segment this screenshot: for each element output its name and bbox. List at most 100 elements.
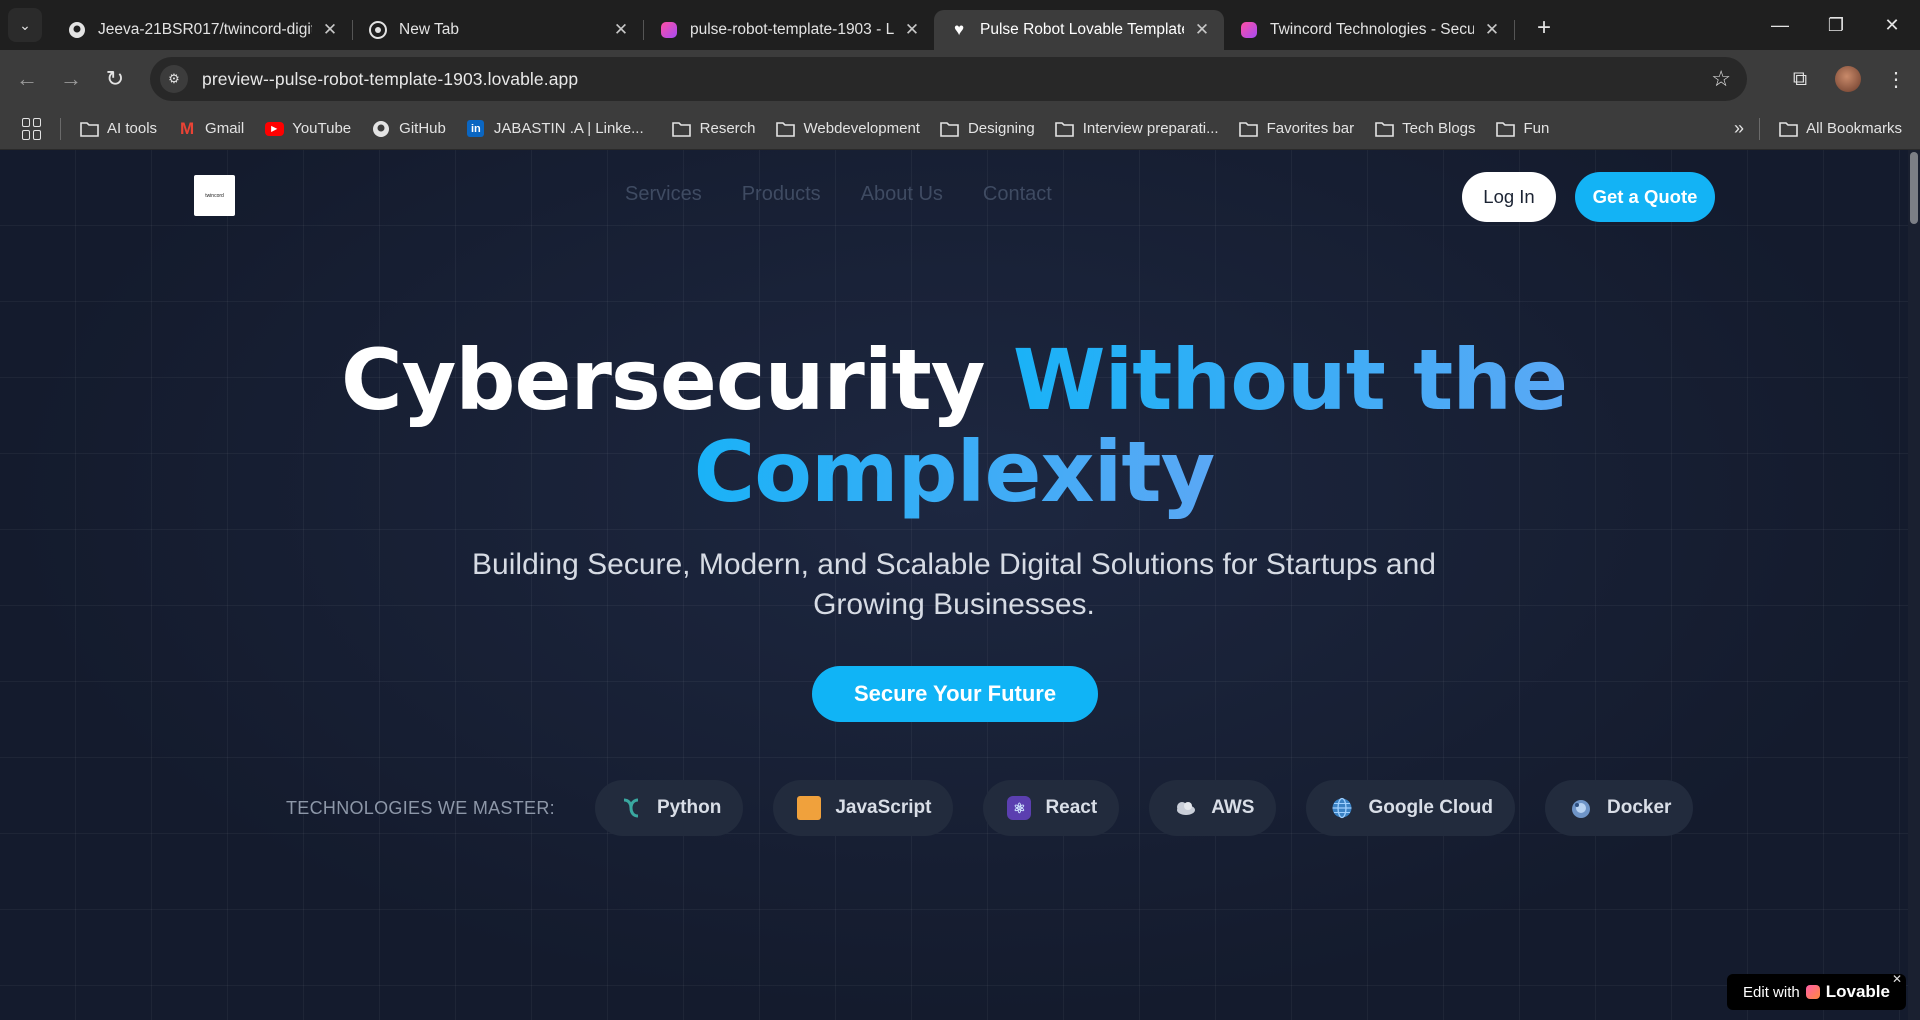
bookmark-label: Designing (967, 120, 1035, 137)
bookmark-star-icon[interactable]: ☆ (1711, 66, 1731, 92)
folder-icon (1055, 120, 1075, 138)
site-info-icon[interactable]: ⚙ (160, 65, 188, 93)
hero-title: Cybersecurity Without the Complexity (0, 334, 1908, 518)
javascript-icon (797, 796, 822, 820)
hero-title-blue: Without the (1012, 331, 1568, 429)
apps-grid-icon[interactable] (22, 117, 44, 140)
folder-icon (1496, 120, 1516, 138)
bookmark-github[interactable]: GitHub (371, 120, 446, 138)
tech-chip-aws[interactable]: AWS (1149, 780, 1277, 836)
bookmark-designing[interactable]: Designing (940, 120, 1035, 138)
bookmark-label: Favorites bar (1266, 120, 1355, 137)
github-icon (68, 21, 86, 39)
technologies-row: TECHNOLOGIES WE MASTER: Python JavaScrip… (286, 780, 1723, 836)
chevron-down-icon: ⌄ (19, 16, 31, 33)
close-window-icon[interactable]: ✕ (1864, 0, 1920, 50)
tab-search-button[interactable]: ⌄ (8, 8, 42, 42)
folder-icon (79, 120, 99, 138)
bookmark-interview-preparation[interactable]: Interview preparati... (1055, 120, 1219, 138)
close-icon[interactable]: ✕ (1482, 20, 1502, 40)
close-icon[interactable]: ✕ (1892, 972, 1902, 986)
youtube-icon: ▶ (264, 120, 284, 138)
docker-icon (1569, 796, 1593, 820)
close-icon[interactable]: ✕ (611, 20, 631, 40)
nav-about-us[interactable]: About Us (861, 183, 943, 206)
close-icon[interactable]: ✕ (320, 20, 340, 40)
logo-text: twincord (205, 192, 224, 199)
aws-icon (1173, 796, 1197, 820)
site-nav-links: Services Products About Us Contact (625, 183, 1052, 206)
lovable-icon (660, 21, 678, 39)
bookmark-reserch[interactable]: Reserch (672, 120, 756, 138)
bookmark-linkedin[interactable]: in JABASTIN .A | Linke... (466, 120, 644, 138)
edit-with-lovable-badge[interactable]: Edit with Lovable ✕ (1727, 972, 1906, 1010)
bookmark-fun[interactable]: Fun (1496, 120, 1549, 138)
site-header: twincord Services Products About Us Cont… (0, 150, 1908, 246)
login-button[interactable]: Log In (1462, 172, 1556, 222)
tech-chip-google-cloud[interactable]: Google Cloud (1306, 780, 1516, 836)
tab-new-tab[interactable]: New Tab ✕ (353, 10, 643, 50)
site-logo[interactable]: twincord (194, 175, 235, 216)
bookmark-youtube[interactable]: ▶ YouTube (264, 120, 351, 138)
secure-your-future-button[interactable]: Secure Your Future (812, 666, 1098, 722)
badge-brand: Lovable (1825, 982, 1890, 1001)
menu-icon[interactable]: ⋮ (1872, 55, 1920, 103)
bookmark-label: Webdevelopment (803, 120, 920, 137)
bookmark-tech-blogs[interactable]: Tech Blogs (1374, 120, 1476, 138)
bookmark-webdevelopment[interactable]: Webdevelopment (776, 120, 920, 138)
scrollbar-thumb[interactable] (1910, 152, 1918, 224)
bookmark-label: GitHub (399, 120, 446, 137)
tech-name: JavaScript (835, 797, 932, 818)
tech-chip-docker[interactable]: Docker (1545, 780, 1694, 836)
tech-chip-python[interactable]: Python (594, 780, 744, 836)
tech-chip-javascript[interactable]: JavaScript (773, 780, 954, 836)
badge-prefix: Edit with (1743, 983, 1800, 1001)
forward-icon[interactable]: → (50, 58, 92, 100)
new-tab-button[interactable]: + (1529, 14, 1559, 42)
page-scrollbar[interactable] (1908, 150, 1920, 1020)
bookmark-divider (1759, 117, 1760, 140)
heart-icon: ♥ (953, 20, 965, 39)
technologies-label: TECHNOLOGIES WE MASTER: (286, 797, 555, 818)
tech-name: Python (656, 797, 722, 818)
minimize-icon[interactable]: — (1752, 0, 1808, 50)
reload-icon[interactable]: ↻ (94, 58, 136, 100)
tab-title: Pulse Robot Lovable Template (980, 21, 1184, 38)
address-bar[interactable]: ⚙ preview--pulse-robot-template-1903.lov… (150, 57, 1747, 101)
nav-products[interactable]: Products (742, 183, 821, 206)
linkedin-icon: in (466, 120, 486, 138)
react-icon: ⚛ (1007, 796, 1032, 820)
tab-title: pulse-robot-template-1903 - Lo (690, 21, 894, 38)
close-icon[interactable]: ✕ (1192, 20, 1212, 40)
more-bookmarks-icon[interactable]: » (1734, 118, 1744, 139)
all-bookmarks[interactable]: All Bookmarks (1779, 120, 1902, 137)
hero-title-blue: Complexity (693, 423, 1216, 521)
bookmark-ai-tools[interactable]: AI tools (79, 120, 157, 138)
restore-icon[interactable]: ❐ (1808, 0, 1864, 50)
profile-avatar[interactable] (1835, 66, 1861, 92)
folder-icon (1779, 121, 1798, 137)
bookmark-label: AI tools (107, 120, 158, 137)
bookmark-gmail[interactable]: M Gmail (177, 119, 244, 138)
extensions-icon[interactable]: ⧉ (1776, 55, 1824, 103)
bookmark-favorites-bar[interactable]: Favorites bar (1239, 120, 1355, 138)
tab-pulse-robot-template[interactable]: ♥ Pulse Robot Lovable Template ✕ (934, 10, 1224, 50)
page-viewport: twincord Services Products About Us Cont… (0, 150, 1920, 1020)
tech-chip-react[interactable]: ⚛ React (983, 780, 1120, 836)
tab-bar: ⌄ Jeeva-21BSR017/twincord-digit ✕ New Ta… (0, 0, 1920, 50)
folder-icon (776, 120, 796, 138)
nav-services[interactable]: Services (625, 183, 702, 206)
url-text[interactable]: preview--pulse-robot-template-1903.lovab… (202, 69, 578, 90)
bookmarks-bar: AI tools M Gmail ▶ YouTube GitHub in JABAST… (0, 108, 1920, 150)
close-icon[interactable]: ✕ (902, 20, 922, 40)
tab-pulse-robot-editor[interactable]: pulse-robot-template-1903 - Lo ✕ (644, 10, 934, 50)
tech-name: React (1045, 797, 1098, 818)
tech-name: Google Cloud (1368, 797, 1494, 818)
nav-contact[interactable]: Contact (983, 183, 1052, 206)
lovable-heart-icon (1805, 985, 1820, 999)
hero-subtitle-line: Growing Businesses. (813, 588, 1095, 621)
tab-twincord[interactable]: Twincord Technologies - Securi ✕ (1224, 10, 1514, 50)
back-icon[interactable]: ← (6, 58, 48, 100)
tab-github[interactable]: Jeeva-21BSR017/twincord-digit ✕ (52, 10, 352, 50)
get-quote-button[interactable]: Get a Quote (1575, 172, 1715, 222)
